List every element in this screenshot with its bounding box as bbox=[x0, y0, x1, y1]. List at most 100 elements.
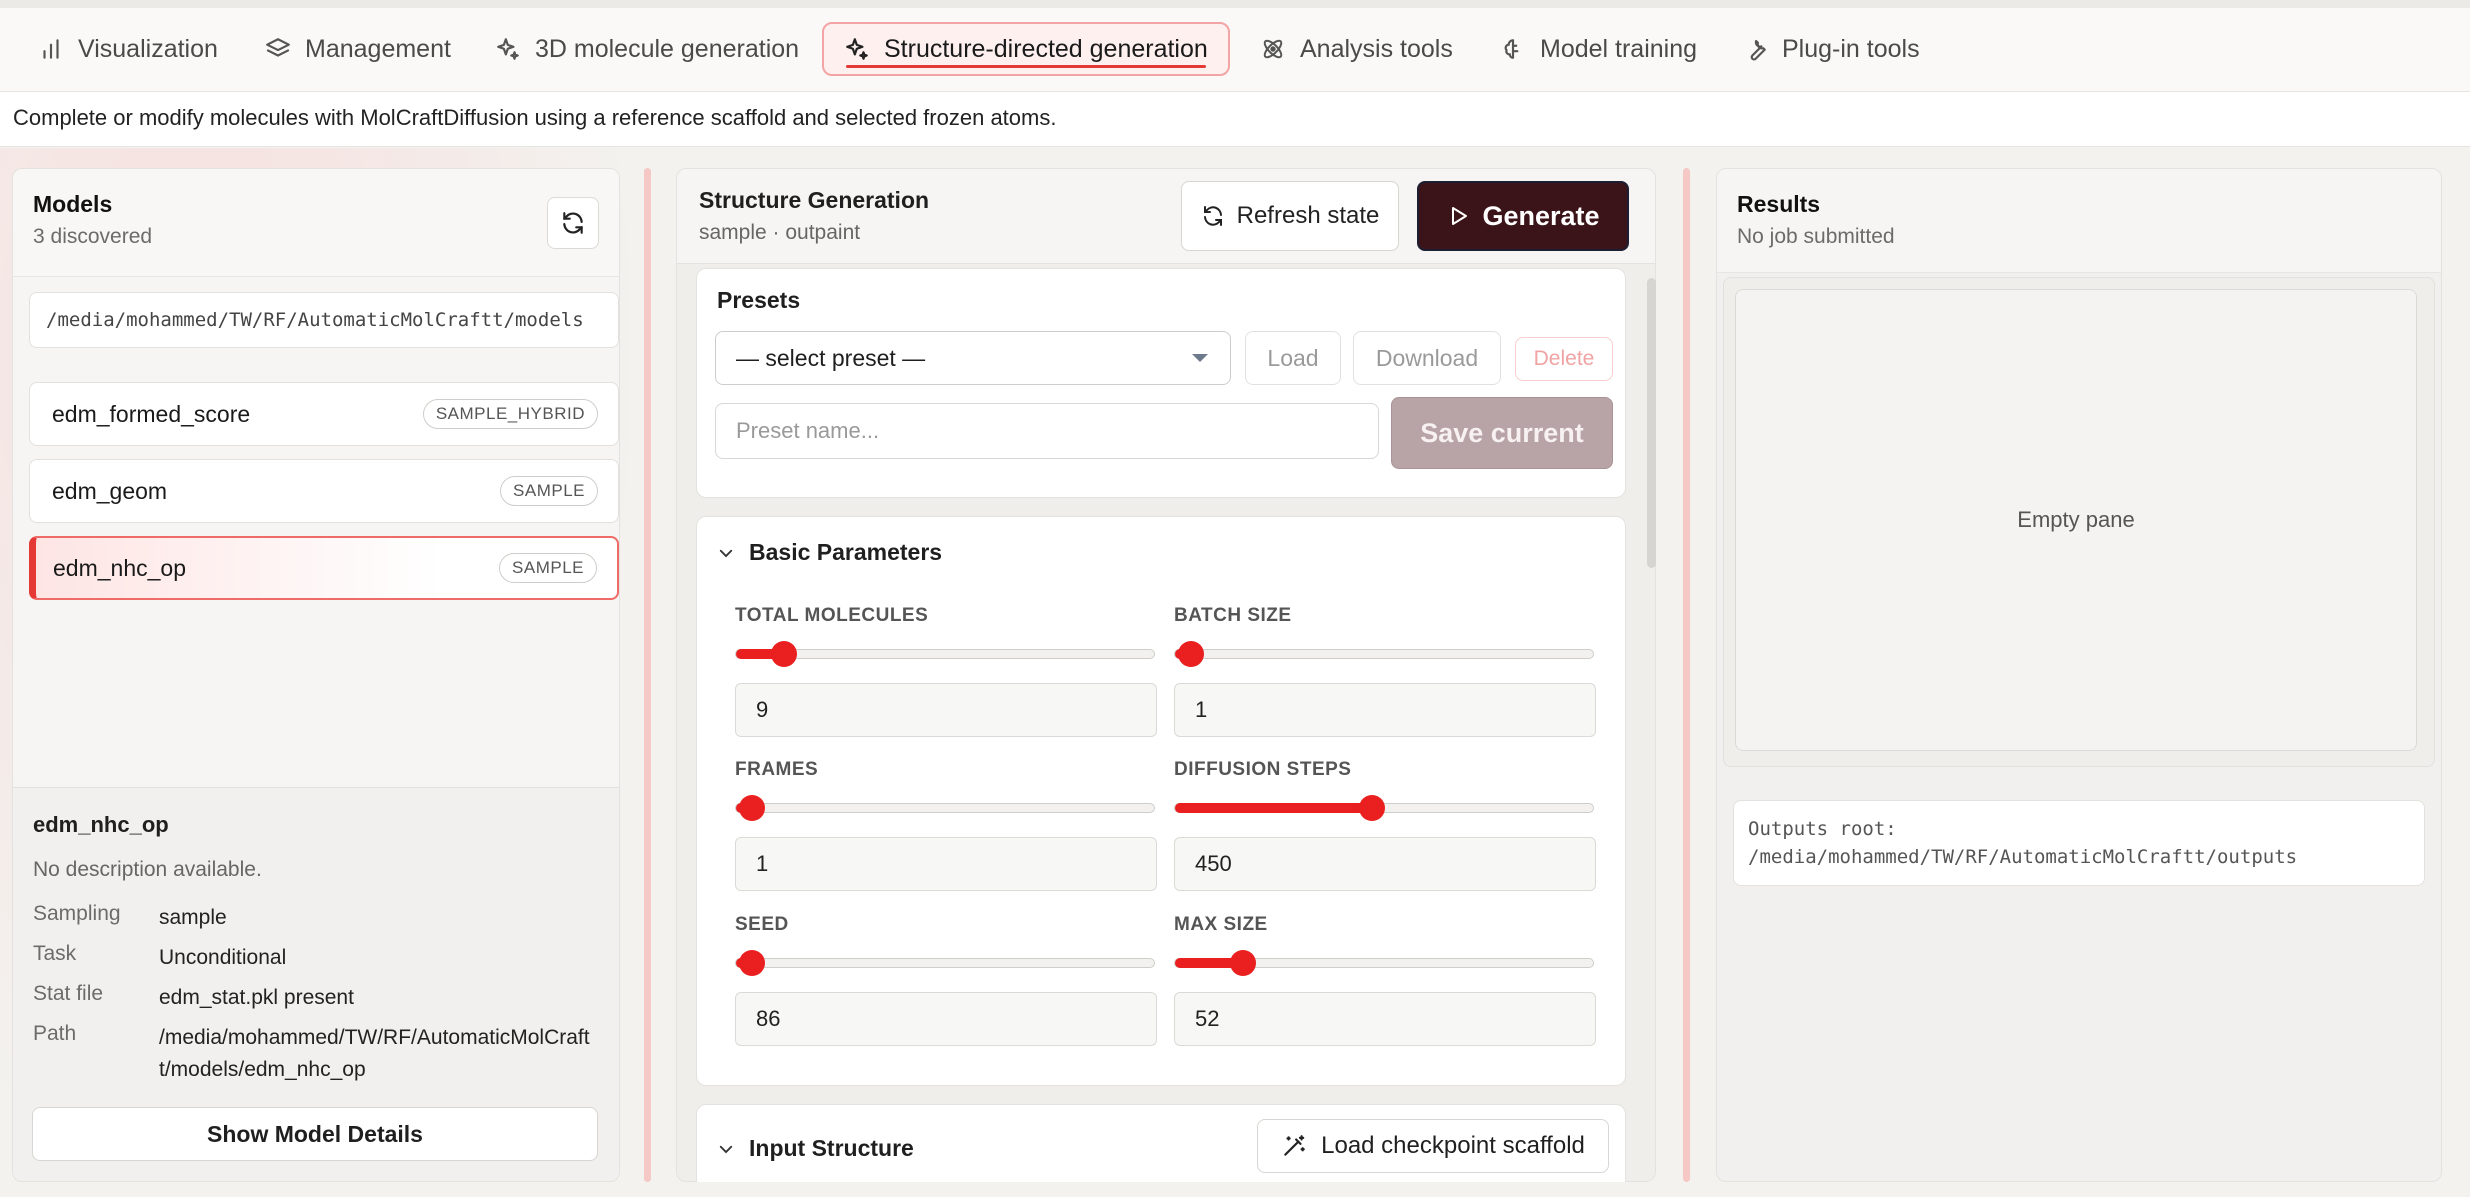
max-size-slider[interactable] bbox=[1174, 950, 1594, 976]
slider-knob[interactable] bbox=[1178, 641, 1204, 667]
detail-key: Path bbox=[33, 1022, 77, 1045]
frames-slider[interactable] bbox=[735, 795, 1155, 821]
generate-label: Generate bbox=[1482, 200, 1600, 231]
chevron-down-icon bbox=[717, 1140, 735, 1158]
chevron-down-icon bbox=[1190, 352, 1210, 364]
tab-3d-molecule-generation[interactable]: 3D molecule generation bbox=[475, 22, 819, 76]
tab-label: Structure-directed generation bbox=[884, 34, 1208, 63]
save-current-button[interactable]: Save current bbox=[1391, 397, 1613, 469]
atom-icon bbox=[1260, 36, 1286, 62]
models-path-field[interactable]: /media/mohammed/TW/RF/AutomaticMolCraftt… bbox=[29, 292, 619, 348]
slider-knob[interactable] bbox=[1230, 950, 1257, 976]
wrench-icon bbox=[1742, 36, 1768, 62]
page-description: Complete or modify molecules with MolCra… bbox=[0, 92, 2470, 147]
preset-select-value: — select preset — bbox=[736, 344, 926, 371]
preset-name-input[interactable]: Preset name... bbox=[715, 403, 1379, 459]
sparkles-icon bbox=[495, 36, 521, 62]
diffusion-steps-slider[interactable] bbox=[1174, 795, 1594, 821]
detail-key: Task bbox=[33, 942, 77, 965]
resize-handle-left[interactable] bbox=[644, 168, 651, 1182]
batch-size-input[interactable]: 1 bbox=[1174, 683, 1596, 737]
param-label: MAX SIZE bbox=[1174, 914, 1268, 935]
basic-parameters-title: Basic Parameters bbox=[749, 539, 943, 565]
results-panel: Results No job submitted Empty pane Outp… bbox=[1716, 168, 2442, 1182]
total-molecules-slider[interactable] bbox=[735, 641, 1155, 667]
tab-visualization[interactable]: Visualization bbox=[18, 22, 238, 76]
preset-load-button[interactable]: Load bbox=[1245, 331, 1341, 385]
tab-label: Visualization bbox=[78, 34, 218, 63]
total-molecules-input[interactable]: 9 bbox=[735, 683, 1157, 737]
model-item-edm-formed-score[interactable]: edm_formed_score SAMPLE_HYBRID bbox=[29, 382, 619, 446]
detail-key: Stat file bbox=[33, 982, 104, 1005]
seed-slider[interactable] bbox=[735, 950, 1155, 976]
detail-description: No description available. bbox=[33, 858, 262, 881]
tab-analysis-tools[interactable]: Analysis tools bbox=[1240, 22, 1473, 76]
slider-knob[interactable] bbox=[739, 950, 765, 976]
model-name: edm_geom bbox=[52, 477, 168, 504]
model-item-edm-nhc-op[interactable]: edm_nhc_op SAMPLE bbox=[29, 536, 619, 600]
results-title: Results bbox=[1737, 191, 1821, 217]
model-item-edm-geom[interactable]: edm_geom SAMPLE bbox=[29, 459, 619, 523]
refresh-state-label: Refresh state bbox=[1236, 202, 1380, 229]
seed-input[interactable]: 86 bbox=[735, 992, 1157, 1046]
detail-model-name: edm_nhc_op bbox=[33, 812, 169, 837]
models-count: 3 discovered bbox=[33, 225, 153, 248]
slider-fill bbox=[1175, 803, 1372, 813]
tab-label: 3D molecule generation bbox=[535, 34, 800, 63]
detail-key: Sampling bbox=[33, 902, 121, 925]
models-title: Models bbox=[33, 191, 113, 217]
refresh-icon bbox=[1201, 204, 1225, 228]
preset-download-button[interactable]: Download bbox=[1353, 331, 1501, 385]
frames-input[interactable]: 1 bbox=[735, 837, 1157, 891]
resize-handle-right[interactable] bbox=[1683, 168, 1690, 1182]
refresh-models-button[interactable] bbox=[547, 197, 599, 249]
param-label: DIFFUSION STEPS bbox=[1174, 759, 1352, 780]
preset-delete-button[interactable]: Delete bbox=[1515, 337, 1613, 381]
results-header: Results No job submitted bbox=[1717, 169, 2441, 273]
generation-header: Structure Generation sample · outpaint R… bbox=[676, 168, 1656, 264]
tab-label: Analysis tools bbox=[1300, 34, 1453, 63]
tab-plug-in-tools[interactable]: Plug-in tools bbox=[1722, 22, 1940, 76]
wand-icon bbox=[1281, 1133, 1307, 1159]
scrollbar-thumb[interactable] bbox=[1647, 278, 1656, 568]
window-top-strip bbox=[0, 0, 2470, 8]
load-checkpoint-scaffold-button[interactable]: Load checkpoint scaffold bbox=[1257, 1119, 1609, 1173]
basic-parameters-toggle[interactable]: Basic Parameters bbox=[717, 539, 942, 566]
detail-value: /media/mohammed/TW/RF/AutomaticMolCraftt… bbox=[159, 1026, 590, 1081]
tab-management[interactable]: Management bbox=[245, 22, 471, 76]
sparkles-icon bbox=[844, 36, 870, 62]
input-structure-toggle[interactable]: Input Structure bbox=[717, 1135, 914, 1162]
outputs-root-label: Outputs root: bbox=[1748, 818, 1897, 840]
slider-knob[interactable] bbox=[739, 795, 765, 821]
tab-structure-directed-generation[interactable]: Structure-directed generation bbox=[822, 22, 1230, 76]
layers-icon bbox=[265, 36, 291, 62]
bar-chart-icon bbox=[38, 36, 64, 62]
generate-button[interactable]: Generate bbox=[1417, 181, 1629, 251]
play-icon bbox=[1446, 204, 1470, 228]
generation-subtitle: sample · outpaint bbox=[699, 221, 861, 244]
slider-knob[interactable] bbox=[771, 641, 798, 667]
detail-value: sample bbox=[159, 906, 227, 929]
outputs-root-box: Outputs root: /media/mohammed/TW/RF/Auto… bbox=[1733, 800, 2425, 886]
refresh-state-button[interactable]: Refresh state bbox=[1181, 181, 1399, 251]
detail-value: Unconditional bbox=[159, 946, 287, 969]
tab-model-training[interactable]: Model training bbox=[1480, 22, 1717, 76]
preset-select[interactable]: — select preset — bbox=[715, 331, 1231, 385]
chevron-down-icon bbox=[717, 544, 735, 562]
detail-value: edm_stat.pkl present bbox=[159, 986, 354, 1009]
tab-label: Management bbox=[305, 34, 451, 63]
tab-label: Plug-in tools bbox=[1782, 34, 1920, 63]
model-name: edm_formed_score bbox=[52, 400, 251, 427]
show-model-details-button[interactable]: Show Model Details bbox=[32, 1107, 598, 1161]
slider-knob[interactable] bbox=[1358, 795, 1385, 821]
diffusion-steps-input[interactable]: 450 bbox=[1174, 837, 1596, 891]
tab-label: Model training bbox=[1540, 34, 1698, 63]
batch-size-slider[interactable] bbox=[1174, 641, 1594, 667]
model-badge: SAMPLE bbox=[500, 476, 598, 506]
max-size-input[interactable]: 52 bbox=[1174, 992, 1596, 1046]
param-label: BATCH SIZE bbox=[1174, 605, 1292, 626]
models-header: Models 3 discovered bbox=[13, 169, 619, 277]
input-structure-title: Input Structure bbox=[749, 1135, 914, 1161]
refresh-icon bbox=[560, 210, 586, 236]
presets-card: Presets — select preset — Load Download … bbox=[696, 268, 1626, 498]
